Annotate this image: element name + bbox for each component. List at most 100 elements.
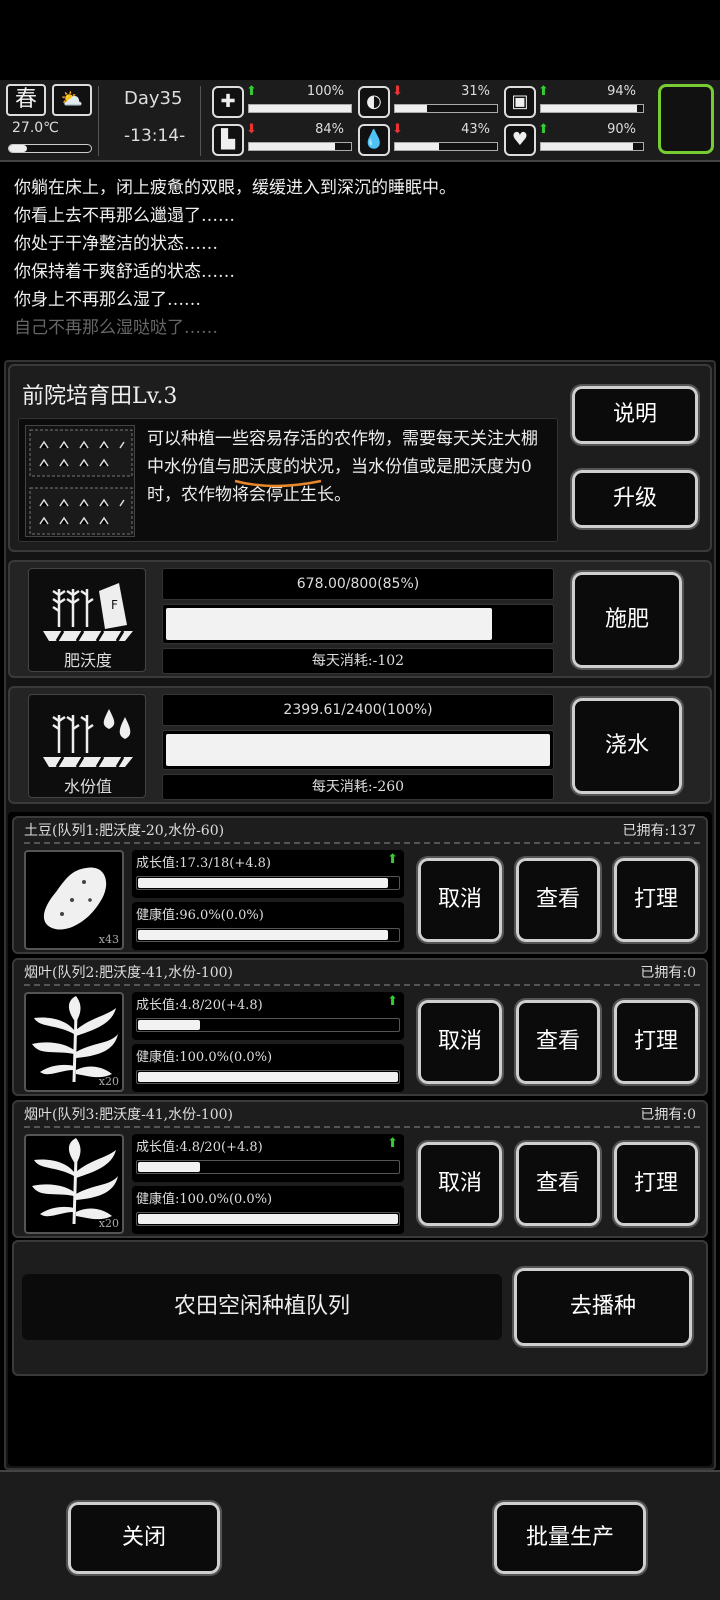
stat-bar-fill (395, 105, 427, 112)
stat-value: 84% (315, 122, 344, 137)
trend-down-icon: ⬇ (392, 84, 403, 99)
fertilize-button[interactable]: 施肥 (570, 570, 684, 670)
trend-up-icon: ⬆ (246, 84, 257, 99)
trend-up-icon: ⬆ (387, 852, 398, 867)
stat-bar (248, 142, 352, 151)
boot-icon: ▙ (212, 124, 244, 156)
tend-button[interactable]: 打理 (612, 1140, 700, 1228)
stat-value: 94% (607, 84, 636, 99)
crop-queue-row: 烟叶(队列3:肥沃度-41,水份-100) 已拥有:0 x20 成长值:4.8/20(… (12, 1100, 708, 1238)
crop-queue-list[interactable]: 土豆(队列1:肥沃度-20,水份-60) 已拥有:137 x43 成长值:17.3/1… (8, 812, 712, 1466)
health-text: 健康值:100.0%(0.0%) (136, 1192, 273, 1207)
trend-up-icon: ⬆ (387, 994, 398, 1009)
day-counter: Day35 (124, 88, 183, 109)
stat-bar-fill (249, 105, 351, 112)
status-bar: 春 ⛅ 27.0℃ Day35 -13:14- ✚ ⬆ 100% ◐ ⬇ 31% ▣ ⬆ 94%… (0, 80, 720, 162)
view-button[interactable]: 查看 (514, 1140, 602, 1228)
growth-box: 成长值:4.8/20(+4.8) ⬆ (132, 1134, 404, 1182)
tobacco-leaf-icon[interactable]: x20 (24, 992, 124, 1092)
partly-cloudy-icon: ⛅ (52, 84, 92, 116)
clock-text: -13:14- (124, 126, 186, 146)
growth-fill (138, 1162, 201, 1172)
crop-header: 土豆(队列1:肥沃度-20,水份-60) (24, 823, 225, 839)
stat-water-drop: 💧 ⬇ 43% (358, 122, 500, 158)
moisture-value-box: 2399.61/2400(100%) (162, 694, 554, 726)
stat-bag: ▣ ⬆ 94% (504, 84, 646, 120)
crop-count: x43 (98, 933, 119, 946)
fertility-daily-box: 每天消耗:-102 (162, 648, 554, 674)
divider (200, 86, 201, 156)
view-button[interactable]: 查看 (514, 856, 602, 944)
idle-queue-row: 农田空闲种植队列 去播种 (12, 1240, 708, 1376)
close-button[interactable]: 关闭 (66, 1500, 222, 1576)
stat-boot: ▙ ⬇ 84% (212, 122, 354, 158)
growth-box: 成长值:4.8/20(+4.8) ⬆ (132, 992, 404, 1040)
tobacco-leaf-icon[interactable]: x20 (24, 1134, 124, 1234)
cancel-button[interactable]: 取消 (416, 1140, 504, 1228)
log-line: 自己不再那么湿哒哒了…… (14, 318, 218, 338)
stat-heart: ♥ ⬆ 90% (504, 122, 646, 158)
growth-bar (136, 1018, 400, 1032)
stat-value: 90% (607, 122, 636, 137)
moisture-bar (162, 730, 554, 770)
water-drop-icon: 💧 (358, 124, 390, 156)
divider (98, 86, 99, 156)
moisture-daily: 每天消耗:-260 (311, 779, 405, 795)
view-button[interactable]: 查看 (514, 998, 602, 1086)
sow-button[interactable]: 去播种 (512, 1266, 694, 1348)
message-log[interactable]: 你躺在床上，闭上疲惫的双眼，缓缓进入到深沉的睡眠中。 你看上去不再那么邋遢了……… (0, 164, 720, 354)
health-fill (138, 1072, 398, 1082)
fertility-label: 肥沃度 (63, 651, 112, 670)
tend-button[interactable]: 打理 (612, 856, 700, 944)
stat-bar-fill (541, 105, 637, 112)
watering-icon: 水份值 (28, 694, 146, 798)
log-line: 你处于干净整洁的状态…… (14, 234, 218, 254)
water-button[interactable]: 浇水 (570, 696, 684, 796)
moisture-value: 2399.61/2400(100%) (283, 702, 433, 718)
health-fill (138, 1214, 398, 1224)
field-info-card: 前院培育田Lv.3 可以种植一些容易存活的农作物，需要每天关注大棚中水份值与肥沃… (8, 364, 712, 552)
moisture-fill (166, 734, 550, 766)
health-text: 健康值:96.0%(0.0%) (136, 908, 264, 923)
crop-header: 烟叶(队列2:肥沃度-41,水份-100) (24, 965, 233, 981)
thermometer-bar (8, 144, 92, 153)
trend-up-icon: ⬆ (538, 84, 549, 99)
growth-bar (136, 876, 400, 890)
fertilizer-icon: F 肥沃度 (28, 568, 146, 672)
upgrade-button[interactable]: 升级 (570, 468, 700, 530)
health-bar (136, 928, 400, 942)
divider (24, 842, 700, 844)
crop-owned: 已拥有:137 (622, 823, 696, 839)
growth-fill (138, 878, 388, 888)
tend-button[interactable]: 打理 (612, 998, 700, 1086)
cancel-button[interactable]: 取消 (416, 998, 504, 1086)
explain-button[interactable]: 说明 (570, 384, 700, 446)
moisture-daily-box: 每天消耗:-260 (162, 774, 554, 800)
health-box: 健康值:100.0%(0.0%) (132, 1186, 404, 1234)
stat-bar (394, 142, 498, 151)
fertility-bar (162, 604, 554, 644)
field-description: 可以种植一些容易存活的农作物，需要每天关注大棚中水份值与肥沃度的状况，当水份值或… (147, 429, 538, 505)
health-bar (136, 1212, 400, 1226)
crop-count: x20 (98, 1075, 119, 1088)
crop-queue-row: 土豆(队列1:肥沃度-20,水份-60) 已拥有:137 x43 成长值:17.3/1… (12, 816, 708, 954)
log-line: 你保持着干爽舒适的状态…… (14, 262, 235, 282)
medkit-icon: ✚ (212, 86, 244, 118)
cancel-button[interactable]: 取消 (416, 856, 504, 944)
avatar-slot[interactable] (658, 84, 714, 154)
moisture-label: 水份值 (63, 777, 112, 796)
fertility-value: 678.00/800(85%) (296, 576, 420, 592)
stat-value: 31% (461, 84, 490, 99)
idle-queue-text: 农田空闲种植队列 (22, 1274, 502, 1340)
batch-produce-button[interactable]: 批量生产 (492, 1500, 648, 1576)
health-text: 健康值:100.0%(0.0%) (136, 1050, 273, 1065)
trend-down-icon: ⬇ (392, 122, 403, 137)
log-line: 你躺在床上，闭上疲惫的双眼，缓缓进入到深沉的睡眠中。 (14, 178, 456, 198)
growth-text: 成长值:4.8/20(+4.8) (136, 998, 263, 1013)
health-bar (136, 1070, 400, 1084)
stat-stomach: ◐ ⬇ 31% (358, 84, 500, 120)
crop-count: x20 (98, 1217, 119, 1230)
potato-icon[interactable]: x43 (24, 850, 124, 950)
stat-bar (394, 104, 498, 113)
stat-value: 100% (306, 84, 344, 99)
